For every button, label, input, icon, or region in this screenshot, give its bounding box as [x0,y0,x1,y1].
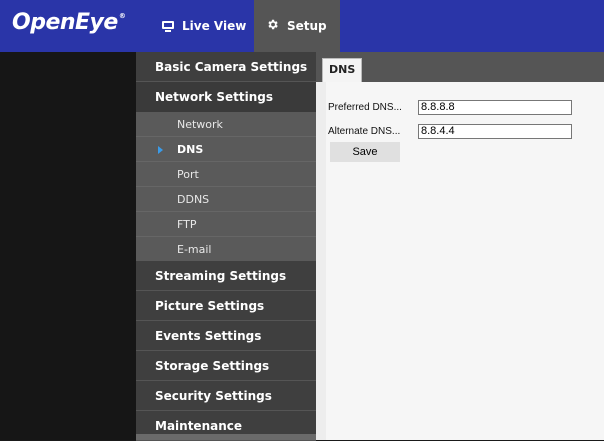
content-tabstrip: DNS [316,52,604,82]
top-bar: OpenEye® Live View Setup [0,0,604,52]
sidebar-section-events-settings[interactable]: Events Settings [136,321,316,351]
sidebar-item-ddns[interactable]: DDNS [136,187,316,212]
setup-label: Setup [287,19,327,33]
monitor-icon [162,20,174,32]
sidebar-section-streaming-settings[interactable]: Streaming Settings [136,261,316,291]
panel-left-edge [316,82,326,440]
openeye-logo: OpenEye® [12,10,126,35]
tab-dns[interactable]: DNS [322,58,362,82]
preferred-dns-label: Preferred DNS... [328,101,402,113]
gear-icon [266,18,279,34]
alternate-dns-label: Alternate DNS... [328,125,401,137]
alternate-dns-row: Alternate DNS... [328,122,572,140]
sidebar-section-basic-camera-settings[interactable]: Basic Camera Settings [136,52,316,82]
sidebar-section-storage-settings[interactable]: Storage Settings [136,351,316,381]
tab-setup[interactable]: Setup [254,0,340,52]
sidebar-item-dns[interactable]: DNS [136,137,316,162]
alternate-dns-input[interactable] [418,123,572,139]
sidebar-section-network-settings[interactable]: Network Settings [136,82,316,112]
sidebar-section-security-settings[interactable]: Security Settings [136,381,316,411]
sidebar-section-picture-settings[interactable]: Picture Settings [136,291,316,321]
preferred-dns-input[interactable] [418,99,572,115]
settings-sidebar: Basic Camera Settings Network Settings N… [136,52,316,441]
active-arrow-icon [158,146,163,154]
video-area [0,52,136,440]
sidebar-item-network[interactable]: Network [136,112,316,137]
live-view-label: Live View [182,19,247,33]
content-area: DNS Preferred DNS... Alternate DNS... Sa… [316,52,604,440]
sidebar-item-port[interactable]: Port [136,162,316,187]
save-button[interactable]: Save [330,142,400,162]
preferred-dns-row: Preferred DNS... [328,98,572,116]
tab-live-view[interactable]: Live View [152,0,256,52]
sidebar-item-email[interactable]: E-mail [136,237,316,261]
sidebar-footer [136,434,316,440]
sidebar-item-ftp[interactable]: FTP [136,212,316,237]
